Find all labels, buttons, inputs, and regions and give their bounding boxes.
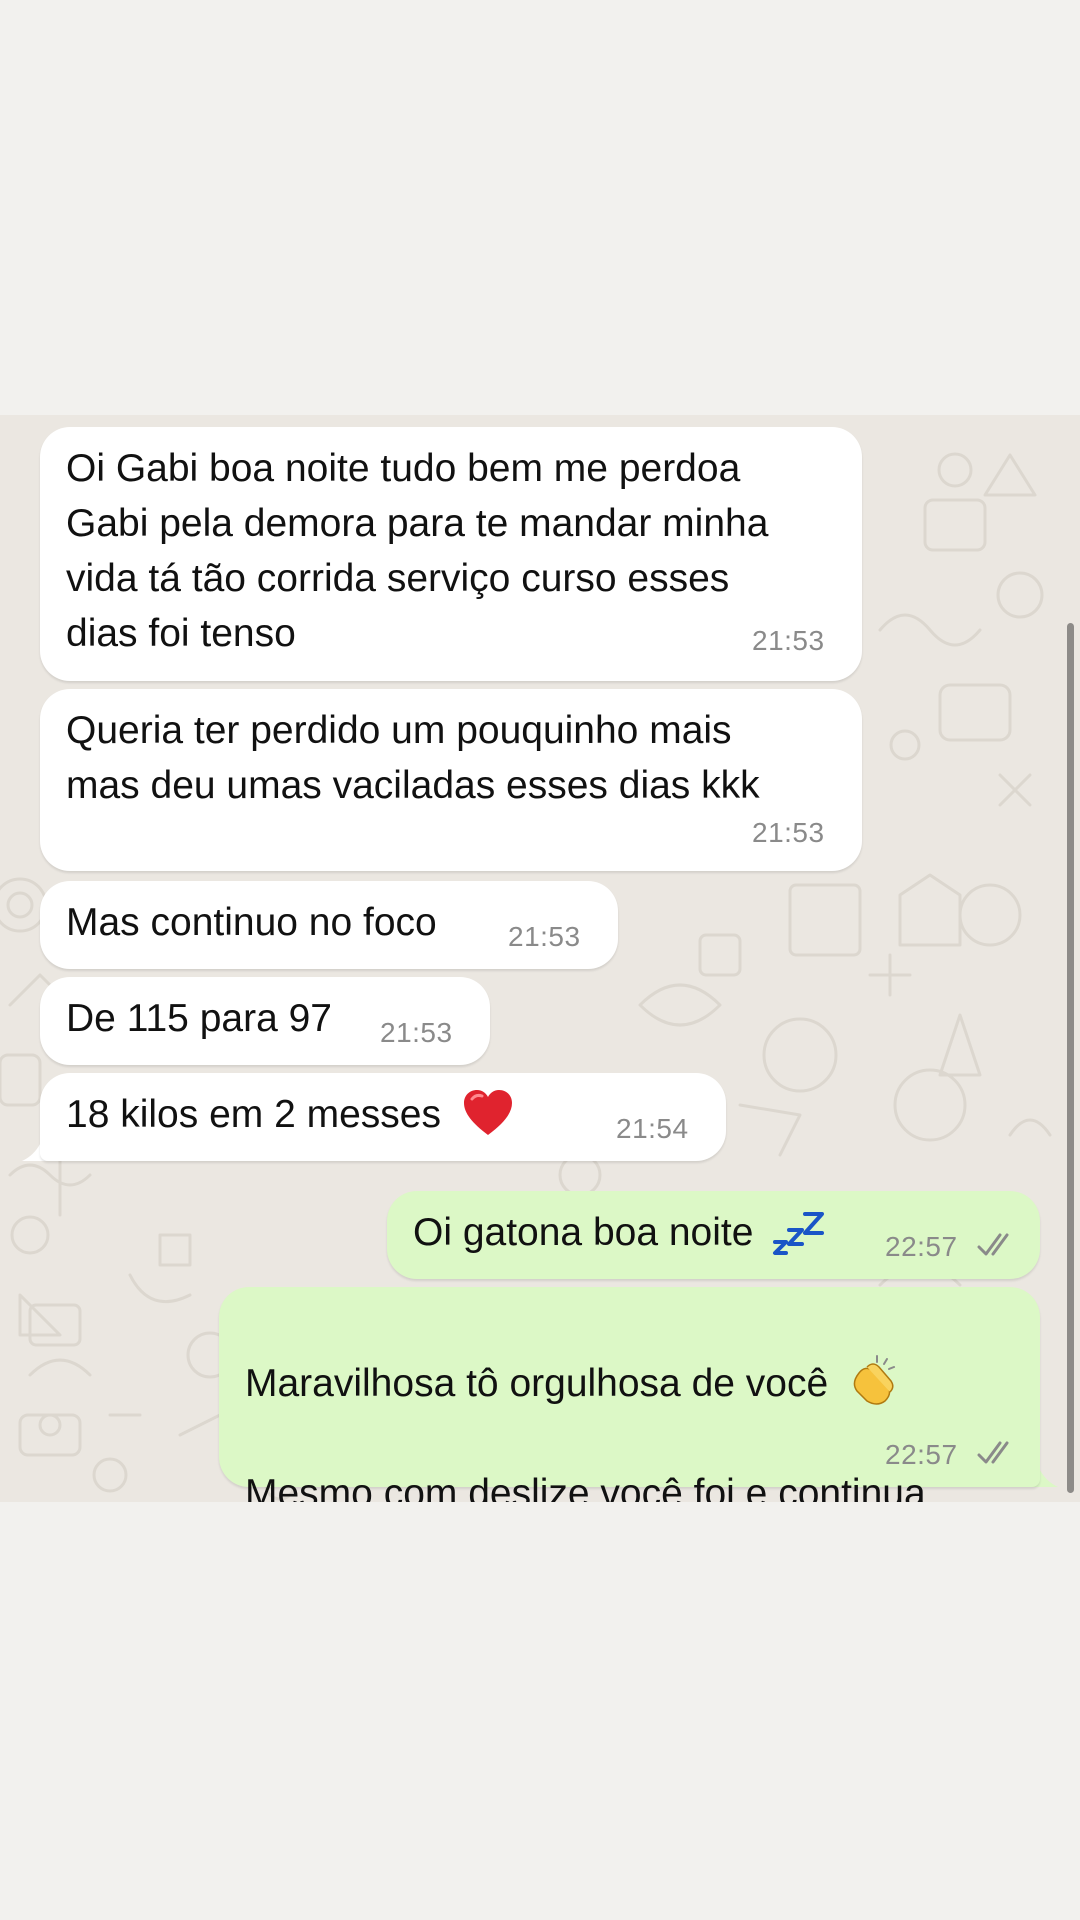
message-timestamp: 21:53 bbox=[752, 817, 825, 848]
message-text: De 115 para 97 bbox=[66, 997, 332, 1040]
message-text-content: Maravilhosa tô orgulhosa de você bbox=[245, 1362, 829, 1405]
message-text: Queria ter perdido um pouquinho mais mas… bbox=[66, 709, 760, 807]
message-timestamp: 21:53 bbox=[508, 921, 581, 952]
message-text-continued: Mesmo com deslize você foi e continua ót… bbox=[245, 1472, 926, 1502]
message-text: Oi Gabi boa noite tudo bem me perdoa Gab… bbox=[66, 447, 769, 655]
read-receipt-icon bbox=[977, 1233, 1009, 1256]
red-heart-icon bbox=[463, 1089, 512, 1135]
message-timestamp: 22:57 bbox=[885, 1231, 958, 1262]
read-receipt-icon bbox=[977, 1441, 1009, 1464]
message-text-content: 18 kilos em 2 messes bbox=[66, 1093, 441, 1136]
message-timestamp: 21:54 bbox=[616, 1113, 689, 1144]
message-timestamp: 21:53 bbox=[752, 625, 825, 656]
scrollbar[interactable] bbox=[1067, 623, 1074, 1493]
incoming-message[interactable]: 18 kilos em 2 messes 21:54 bbox=[40, 1073, 726, 1161]
message-text: Mas continuo no foco bbox=[66, 901, 437, 944]
incoming-message[interactable]: Queria ter perdido um pouquinho mais mas… bbox=[40, 689, 862, 871]
message-text: Oi gatona boa noite bbox=[413, 1205, 828, 1260]
incoming-message[interactable]: Oi Gabi boa noite tudo bem me perdoa Gab… bbox=[40, 427, 862, 681]
chat-area[interactable]: Oi Gabi boa noite tudo bem me perdoa Gab… bbox=[0, 415, 1080, 1502]
outgoing-message[interactable]: Maravilhosa tô orgulhosa de você Mesmo c… bbox=[219, 1287, 1040, 1502]
clapping-hands-icon bbox=[853, 1354, 896, 1405]
outgoing-message[interactable]: Oi gatona boa noite 22:57 bbox=[387, 1191, 1040, 1279]
message-text: Maravilhosa tô orgulhosa de você Mesmo c… bbox=[245, 1301, 926, 1502]
message-text: 18 kilos em 2 messes bbox=[66, 1087, 514, 1142]
incoming-message[interactable]: De 115 para 97 21:53 bbox=[40, 977, 490, 1065]
incoming-message[interactable]: Mas continuo no foco 21:53 bbox=[40, 881, 618, 969]
message-timestamp: 22:57 bbox=[885, 1439, 958, 1470]
message-text-content: Oi gatona boa noite bbox=[413, 1211, 754, 1254]
message-timestamp: 21:53 bbox=[380, 1017, 453, 1048]
zzz-icon bbox=[773, 1211, 825, 1255]
